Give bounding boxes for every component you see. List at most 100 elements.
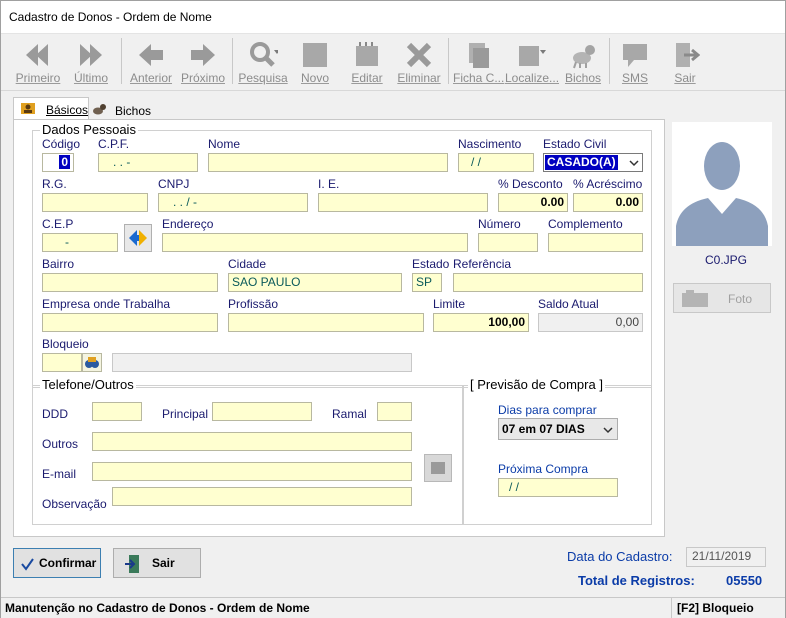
limite-label: Limite <box>433 297 466 311</box>
estado-civil-select[interactable]: CASADO(A) <box>543 153 643 172</box>
pets-button[interactable]: Bichos <box>561 38 605 88</box>
saldo-label: Saldo Atual <box>538 297 599 311</box>
toolbar: Primeiro Último Anterior Próximo Pesquis… <box>1 33 785 91</box>
search-icon <box>250 42 278 67</box>
previous-record-icon <box>139 44 163 66</box>
delete-icon <box>406 42 432 68</box>
locate-icon <box>519 46 546 66</box>
new-button[interactable]: Novo <box>295 38 335 88</box>
ramal-field[interactable] <box>377 402 412 421</box>
exit-form-button[interactable]: Sair <box>113 548 201 578</box>
first-button[interactable]: Primeiro <box>13 38 63 88</box>
dias-select[interactable]: 07 em 07 DIAS <box>498 418 618 440</box>
desconto-label: % Desconto <box>498 177 563 191</box>
chevron-down-icon <box>629 160 639 167</box>
email-icon <box>431 462 445 474</box>
tab-basicos[interactable]: Básicos <box>13 97 89 121</box>
email-label: E-mail <box>42 467 77 481</box>
outros-field[interactable] <box>92 432 412 451</box>
edit-icon <box>356 42 378 66</box>
avatar-placeholder-icon <box>672 122 772 246</box>
codigo-field[interactable]: 0 <box>42 153 74 172</box>
confirm-button[interactable]: Confirmar <box>13 548 101 578</box>
toolbar-separator <box>121 38 122 84</box>
numero-field[interactable] <box>478 233 538 252</box>
search-button[interactable]: Pesquisa <box>237 38 289 88</box>
new-record-icon <box>303 43 327 67</box>
status-message: Manutenção no Cadastro de Donos - Ordem … <box>5 601 310 615</box>
camera-icon <box>682 290 708 307</box>
acrescimo-field[interactable]: 0.00 <box>573 193 643 212</box>
endereco-field[interactable] <box>162 233 468 252</box>
data-cadastro-field: 21/11/2019 <box>686 547 766 567</box>
cep-label: C.E.P <box>42 217 74 231</box>
pet-icon <box>93 104 106 115</box>
bloqueio-field[interactable] <box>42 353 82 372</box>
referencia-field[interactable] <box>453 273 643 292</box>
nascimento-field[interactable]: / / <box>458 153 534 172</box>
principal-field[interactable] <box>212 402 312 421</box>
estado-label: Estado <box>412 257 450 271</box>
locate-button[interactable]: Localize... <box>505 38 559 88</box>
next-button[interactable]: Próximo <box>179 38 227 88</box>
email-field[interactable] <box>92 462 412 481</box>
total-registros-value: 05550 <box>726 573 763 588</box>
nome-label: Nome <box>208 137 241 151</box>
saldo-field: 0,00 <box>538 313 643 332</box>
check-icon <box>21 558 34 571</box>
sms-button[interactable]: SMS <box>615 38 655 88</box>
record-card-button[interactable]: Ficha C... <box>453 38 504 88</box>
ddd-field[interactable] <box>92 402 142 421</box>
nome-field[interactable] <box>208 153 448 172</box>
bloqueio-lookup-button[interactable] <box>82 353 102 372</box>
dados-pessoais-title: Dados Pessoais <box>40 122 138 137</box>
cep-field[interactable]: - <box>42 233 118 252</box>
estado-civil-label: Estado Civil <box>543 137 607 151</box>
delete-button[interactable]: Eliminar <box>395 38 443 88</box>
estado-field[interactable]: SP <box>412 273 442 292</box>
next-record-icon <box>191 44 215 66</box>
rg-label: R.G. <box>42 177 67 191</box>
outros-label: Outros <box>42 437 79 451</box>
ie-field[interactable] <box>318 193 488 212</box>
limite-field[interactable]: 100,00 <box>433 313 529 332</box>
cep-lookup-button[interactable] <box>124 224 152 252</box>
owner-photo <box>672 122 772 246</box>
last-button[interactable]: Último <box>67 38 115 88</box>
photo-button[interactable]: Foto <box>673 283 771 313</box>
previous-button[interactable]: Anterior <box>127 38 175 88</box>
proxima-field[interactable]: / / <box>498 478 618 497</box>
cnpj-field[interactable]: . . / - <box>158 193 308 212</box>
cpf-field[interactable]: . . - <box>98 153 198 172</box>
sms-icon <box>623 44 647 67</box>
exit-button[interactable]: Sair <box>665 38 705 88</box>
observacao-label: Observação <box>42 497 107 511</box>
rg-field[interactable] <box>42 193 148 212</box>
profissao-label: Profissão <box>228 297 279 311</box>
status-divider <box>671 598 672 618</box>
binoculars-icon <box>85 357 99 368</box>
principal-label: Principal <box>162 407 209 421</box>
desconto-field[interactable]: 0.00 <box>498 193 568 212</box>
complemento-field[interactable] <box>548 233 643 252</box>
bairro-label: Bairro <box>42 257 75 271</box>
edit-button[interactable]: Editar <box>345 38 389 88</box>
empresa-field[interactable] <box>42 313 218 332</box>
profissao-field[interactable] <box>228 313 424 332</box>
cidade-field[interactable]: SAO PAULO <box>228 273 402 292</box>
cidade-label: Cidade <box>228 257 267 271</box>
tab-bichos[interactable]: Bichos <box>89 97 159 119</box>
observacao-field[interactable] <box>112 487 412 506</box>
data-cadastro-label: Data do Cadastro: <box>567 549 673 564</box>
photo-filename: C0.JPG <box>705 253 748 267</box>
ddd-label: DDD <box>42 407 68 421</box>
codigo-label: Código <box>42 137 81 151</box>
bairro-field[interactable] <box>42 273 218 292</box>
chevron-down-icon <box>603 427 613 434</box>
numero-label: Número <box>478 217 521 231</box>
main-window: Cadastro de Donos - Ordem de Nome Primei… <box>0 0 786 618</box>
previsao-title: [ Previsão de Compra ] <box>468 377 605 392</box>
cpf-label: C.P.F. <box>98 137 130 151</box>
pets-icon <box>573 45 595 69</box>
send-email-button[interactable] <box>424 454 452 482</box>
